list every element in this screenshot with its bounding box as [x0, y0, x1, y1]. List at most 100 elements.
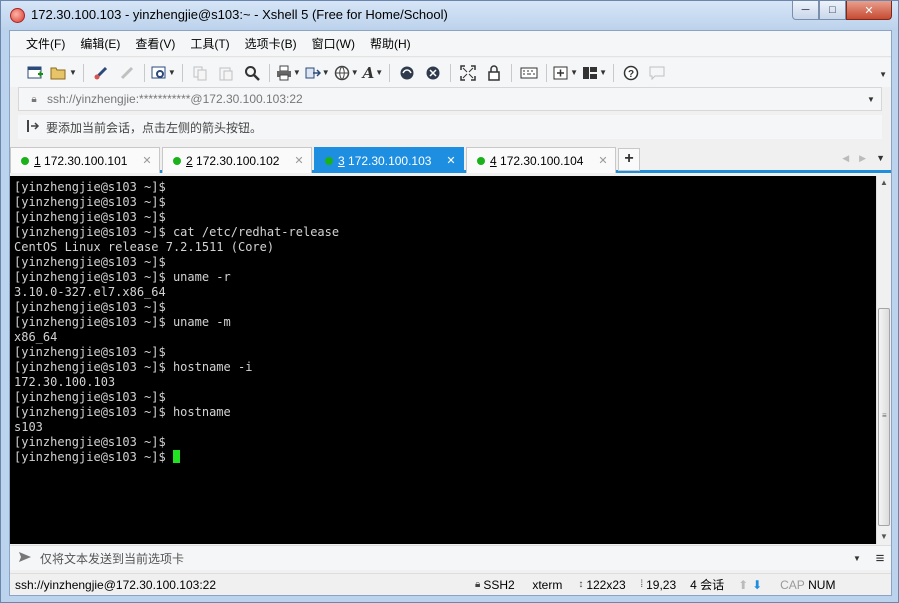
scroll-next-icon[interactable]: ⬇ [752, 578, 780, 592]
terminal-line: [yinzhengjie@s103 ~]$ [14, 450, 876, 465]
toolbar-separator [268, 63, 270, 82]
send-bar: 仅将文本发送到当前选项卡 ▼ ≡ [10, 545, 891, 570]
status-protocol: SSH2 [483, 577, 515, 592]
menu-tools[interactable]: 工具(T) [190, 35, 229, 52]
close-button[interactable]: ✕ [846, 1, 892, 20]
copy-icon[interactable] [189, 63, 211, 83]
xmanager-icon[interactable] [422, 63, 444, 83]
terminal-line: [yinzhengjie@s103 ~]$ [14, 210, 166, 224]
address-bar[interactable]: 🔒︎ ssh://yinzhengjie:***********@172.30.… [18, 87, 882, 111]
scroll-prev-icon[interactable]: ⬆ [738, 578, 752, 592]
scroll-down-icon[interactable]: ▼ [877, 530, 891, 544]
terminal-line: [yinzhengjie@s103 ~]$ hostname [14, 405, 231, 419]
terminal-line: [yinzhengjie@s103 ~]$ [14, 180, 166, 194]
lock-icon[interactable] [483, 63, 505, 83]
tab-number: 1 [34, 153, 41, 168]
chat-icon[interactable] [646, 63, 668, 83]
status-bar: ssh://yinzhengjie@172.30.100.103:22 🔒︎ S… [10, 573, 891, 595]
xftp-icon[interactable] [396, 63, 418, 83]
terminal-line: [yinzhengjie@s103 ~]$ uname -m [14, 315, 231, 329]
toolbar-separator [143, 63, 145, 82]
terminal-scrollbar[interactable]: ▲ ≡ ▼ [876, 176, 891, 544]
paste-icon[interactable] [215, 63, 237, 83]
tab-close-icon[interactable]: ✕ [443, 154, 459, 167]
address-dropdown-icon[interactable]: ▼ [861, 95, 881, 104]
menu-window[interactable]: 窗口(W) [312, 35, 355, 52]
window-title: 172.30.100.103 - yinzhengjie@s103:~ - Xs… [31, 7, 448, 22]
transfer-icon[interactable]: ▼ [305, 63, 330, 83]
address-input[interactable]: ssh://yinzhengjie:***********@172.30.100… [47, 92, 861, 106]
tab-session-3[interactable]: 3 172.30.100.103 ✕ [314, 147, 464, 173]
svg-text:?: ? [628, 69, 634, 80]
status-connection: ssh://yinzhengjie@172.30.100.103:22 [15, 577, 216, 592]
status-sessions: 4 会话 [690, 578, 725, 592]
reconnect-icon[interactable] [90, 63, 112, 83]
font-icon[interactable]: A ▼ [363, 63, 384, 83]
toolbar-overflow-icon[interactable]: ▼ [879, 70, 887, 79]
menu-view[interactable]: 查看(V) [135, 35, 175, 52]
tab-label: 172.30.100.102 [196, 153, 280, 168]
print-icon[interactable]: ▼ [276, 63, 301, 83]
tab-session-2[interactable]: 2 172.30.100.102 ✕ [162, 147, 312, 173]
menu-help[interactable]: 帮助(H) [370, 35, 411, 52]
toolbar-separator [450, 63, 452, 82]
find-icon[interactable] [241, 63, 263, 83]
scrollbar-thumb[interactable]: ≡ [878, 308, 890, 526]
secure-lock-icon: 🔒︎ [475, 579, 481, 590]
tab-session-4[interactable]: 4 172.30.100.104 ✕ [466, 147, 616, 173]
window-controls: ─ □ ✕ [792, 1, 892, 20]
toolbar-separator [613, 63, 615, 82]
tab-next-icon[interactable]: ▶ [859, 153, 866, 164]
menu-file[interactable]: 文件(F) [26, 35, 65, 52]
toolbar-separator [511, 63, 513, 82]
globe-icon[interactable]: ▼ [334, 63, 359, 83]
new-session-icon[interactable] [24, 63, 46, 83]
xshell-window: 172.30.100.103 - yinzhengjie@s103:~ - Xs… [0, 0, 899, 603]
tab-prev-icon[interactable]: ◀ [842, 153, 849, 164]
session-status-icon [477, 156, 485, 165]
tab-number: 2 [186, 153, 193, 168]
tab-close-icon[interactable]: ✕ [595, 154, 611, 167]
new-tab-icon[interactable]: ▼ [553, 63, 578, 83]
terminal-line: [yinzhengjie@s103 ~]$ [14, 435, 166, 449]
terminal-line: [yinzhengjie@s103 ~]$ [14, 300, 166, 314]
toolbar-separator [546, 63, 548, 82]
menu-bar: 文件(F) 编辑(E) 查看(V) 工具(T) 选项卡(B) 窗口(W) 帮助(… [10, 31, 891, 57]
maximize-button[interactable]: □ [819, 1, 846, 20]
open-folder-icon[interactable]: ▼ [50, 63, 77, 83]
minimize-button[interactable]: ─ [792, 1, 819, 20]
send-text-icon [18, 551, 34, 566]
add-tab-button[interactable]: + [618, 148, 640, 171]
scroll-grip-icon: ≡ [882, 411, 887, 420]
send-dropdown-icon[interactable]: ▼ [845, 554, 869, 563]
menu-icon[interactable]: ≡ [869, 550, 891, 567]
terminal-line: CentOS Linux release 7.2.1511 (Core) [14, 240, 275, 254]
session-status-icon [325, 156, 333, 165]
title-bar[interactable]: 172.30.100.103 - yinzhengjie@s103:~ - Xs… [1, 1, 898, 30]
terminal-line: [yinzhengjie@s103 ~]$ [14, 345, 166, 359]
terminal-cursor [172, 450, 180, 463]
session-status-icon [173, 156, 181, 165]
fullscreen-icon[interactable] [457, 63, 479, 83]
arrow-session-icon[interactable] [26, 119, 42, 136]
layout-icon[interactable]: ▼ [582, 63, 607, 83]
tab-close-icon[interactable]: ✕ [139, 154, 155, 167]
terminal-line: 3.10.0-327.el7.x86_64 [14, 285, 166, 299]
menu-tabs[interactable]: 选项卡(B) [245, 35, 297, 52]
terminal-line: [yinzhengjie@s103 ~]$ [14, 195, 166, 209]
properties-icon[interactable]: ▼ [151, 63, 176, 83]
keyboard-icon[interactable] [518, 63, 540, 83]
scroll-up-icon[interactable]: ▲ [877, 176, 891, 190]
help-icon[interactable]: ? [620, 63, 642, 83]
toolbar-separator [389, 63, 391, 82]
tab-label: 172.30.100.103 [348, 153, 432, 168]
tab-list-icon[interactable]: ▼ [876, 153, 885, 164]
send-input[interactable]: 仅将文本发送到当前选项卡 [40, 550, 845, 567]
status-position: 19,23 [646, 577, 677, 592]
tab-session-1[interactable]: 1 172.30.100.101 ✕ [10, 147, 160, 173]
tab-close-icon[interactable]: ✕ [291, 154, 307, 167]
terminal-output[interactable]: [yinzhengjie@s103 ~]$ [yinzhengjie@s103 ~… [10, 176, 876, 544]
menu-edit[interactable]: 编辑(E) [80, 35, 120, 52]
session-status-icon [21, 156, 29, 165]
disconnect-icon[interactable] [116, 63, 138, 83]
